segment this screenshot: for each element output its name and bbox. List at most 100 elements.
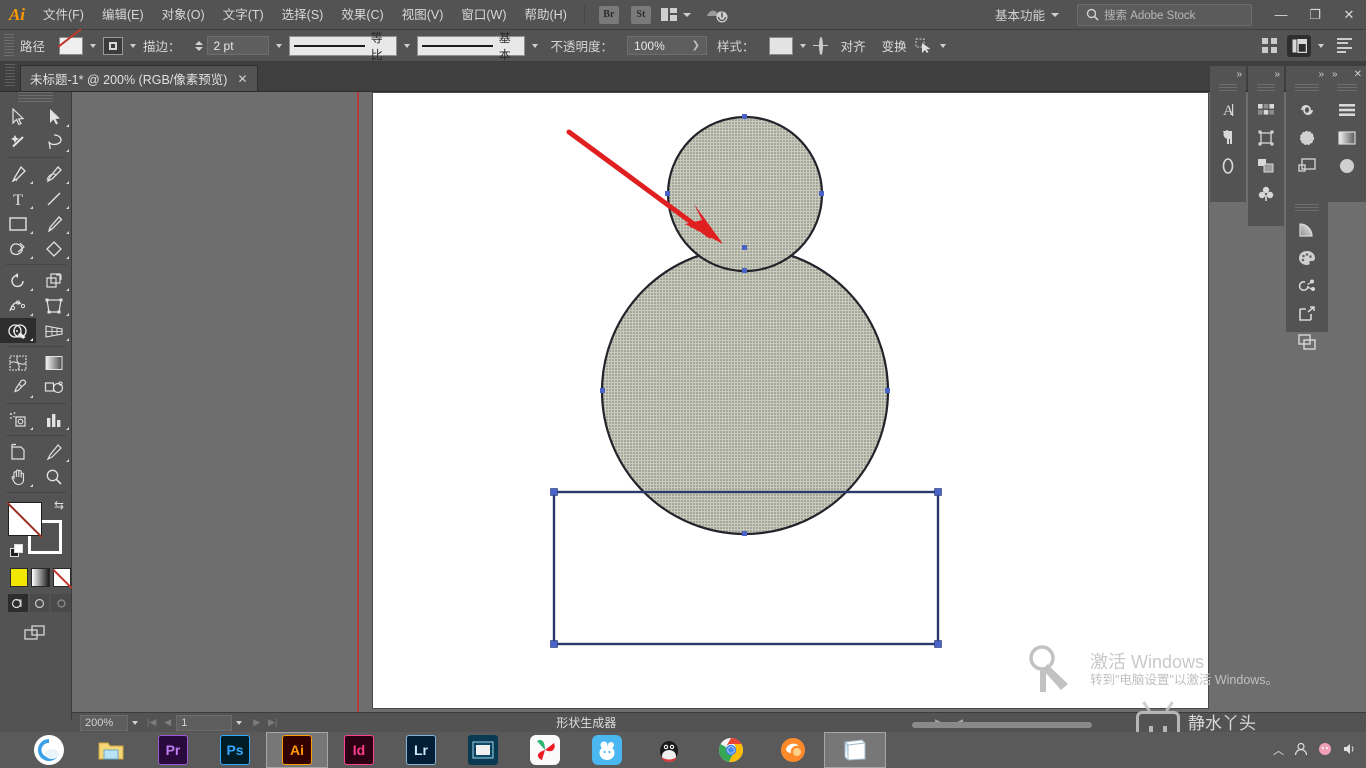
canvas-area[interactable]: 激活 Windows 转到"电脑设置"以激活 Windows。 bbox=[72, 92, 1366, 712]
tab-bar-grip[interactable] bbox=[5, 64, 15, 88]
pen-tool[interactable] bbox=[0, 161, 36, 186]
paintbrush-tool[interactable] bbox=[36, 211, 72, 236]
style-swatch-icon[interactable] bbox=[768, 36, 793, 55]
taskbar-lightroom[interactable]: Lr bbox=[390, 732, 452, 768]
chevron-down-icon[interactable] bbox=[1318, 43, 1324, 48]
menu-view[interactable]: 视图(V) bbox=[393, 0, 453, 30]
selection-tool[interactable] bbox=[0, 104, 36, 129]
control-panel-menu-button[interactable] bbox=[1337, 38, 1352, 53]
taskbar-indesign[interactable]: Id bbox=[328, 732, 390, 768]
menu-type[interactable]: 文字(T) bbox=[214, 0, 273, 30]
horizontal-scrollbar[interactable] bbox=[632, 720, 1332, 729]
hand-tool[interactable] bbox=[0, 464, 36, 489]
fill-swatch-none-icon[interactable] bbox=[59, 36, 84, 55]
menu-object[interactable]: 对象(O) bbox=[153, 0, 214, 30]
character-panel-icon[interactable]: A bbox=[1210, 96, 1246, 124]
menu-select[interactable]: 选择(S) bbox=[273, 0, 333, 30]
swatches-panel-icon[interactable] bbox=[1248, 96, 1284, 124]
fill-proxy-swatch-none-icon[interactable] bbox=[8, 502, 42, 536]
mesh-tool[interactable] bbox=[0, 350, 36, 375]
taskbar-notepad[interactable] bbox=[824, 732, 886, 768]
sync-settings-button[interactable] bbox=[705, 6, 729, 24]
taskbar-photoshop[interactable]: Ps bbox=[204, 732, 266, 768]
chevron-down-icon[interactable] bbox=[799, 43, 806, 48]
stroke-weight-stepper[interactable] bbox=[194, 40, 203, 51]
fill-color-control[interactable] bbox=[59, 36, 103, 55]
chevron-double-right-icon[interactable]: » bbox=[1332, 69, 1338, 80]
zoom-control[interactable]: 200% bbox=[80, 714, 144, 731]
stock-icon[interactable]: St bbox=[630, 5, 651, 24]
restore-button[interactable]: ❐ bbox=[1298, 0, 1332, 29]
align-panel-icon[interactable] bbox=[1248, 152, 1284, 180]
chevron-down-icon[interactable] bbox=[403, 43, 410, 48]
align-button[interactable]: 对齐 bbox=[833, 36, 874, 55]
opacity-control[interactable]: 100% ❯ bbox=[627, 36, 708, 55]
opacity-value-field[interactable]: 100% ❯ bbox=[627, 36, 708, 55]
blend-tool[interactable] bbox=[36, 375, 72, 400]
panel-toggle-icon[interactable] bbox=[1287, 34, 1311, 57]
minimize-button[interactable]: — bbox=[1264, 0, 1298, 29]
stroke-weight-value[interactable]: 2 pt bbox=[206, 36, 269, 55]
dock-1-grip[interactable] bbox=[1219, 84, 1237, 93]
dock-3b-grip[interactable] bbox=[1295, 204, 1319, 213]
tray-expand-icon[interactable]: ︿ bbox=[1273, 742, 1284, 758]
arrange-grid-button[interactable] bbox=[1262, 38, 1277, 53]
shape-builder-tool[interactable] bbox=[0, 318, 36, 343]
taskbar-premiere-pro[interactable]: Pr bbox=[142, 732, 204, 768]
chevron-down-icon[interactable] bbox=[130, 43, 137, 48]
taskbar-wechat-alt[interactable] bbox=[576, 732, 638, 768]
paragraph-panel-icon[interactable] bbox=[1210, 124, 1246, 152]
asset-export-panel-icon[interactable] bbox=[1286, 300, 1328, 328]
panel-layout-control[interactable] bbox=[1287, 34, 1331, 57]
type-tool[interactable]: T bbox=[0, 186, 36, 211]
document-tab[interactable]: 未标题-1* @ 200% (RGB/像素预览) ✕ bbox=[20, 65, 258, 91]
select-similar-control[interactable] bbox=[915, 38, 953, 54]
zoom-tool[interactable] bbox=[36, 464, 72, 489]
tray-volume-icon[interactable] bbox=[1342, 742, 1356, 759]
symbols-panel-icon[interactable] bbox=[1248, 180, 1284, 208]
gradient-swatch-icon[interactable] bbox=[1328, 124, 1366, 152]
screen-mode-normal-icon[interactable] bbox=[8, 594, 28, 612]
control-bar-grip[interactable] bbox=[4, 33, 14, 58]
chevron-down-icon[interactable] bbox=[531, 43, 538, 48]
default-fill-stroke-icon[interactable] bbox=[10, 544, 24, 558]
color-mode-none-icon[interactable] bbox=[52, 568, 71, 587]
width-tool[interactable] bbox=[0, 293, 36, 318]
taskbar-qq[interactable] bbox=[638, 732, 700, 768]
transform-button[interactable]: 变换 bbox=[874, 36, 915, 55]
curvature-tool[interactable] bbox=[36, 161, 72, 186]
stroke-color-control[interactable] bbox=[103, 36, 143, 55]
dock-4-grip[interactable] bbox=[1337, 84, 1357, 93]
stroke-profile-control[interactable]: 等比 bbox=[288, 31, 417, 62]
rotate-tool[interactable] bbox=[0, 268, 36, 293]
appearance-panel-icon[interactable] bbox=[1328, 152, 1366, 180]
tools-panel-grip[interactable] bbox=[18, 92, 53, 104]
chevron-down-icon[interactable] bbox=[939, 43, 946, 48]
taskbar-video-editor[interactable] bbox=[452, 732, 514, 768]
workspace-switcher[interactable]: 基本功能 bbox=[987, 4, 1067, 26]
libraries-panel-icon[interactable] bbox=[1286, 96, 1328, 124]
stock-search-input[interactable]: 搜索 Adobe Stock bbox=[1077, 3, 1252, 26]
swap-fill-stroke-icon[interactable]: ⇆ bbox=[54, 498, 64, 512]
scale-tool[interactable] bbox=[36, 268, 72, 293]
taskbar-browser-360[interactable] bbox=[18, 732, 80, 768]
dock-2-grip[interactable] bbox=[1257, 84, 1275, 93]
menu-edit[interactable]: 编辑(E) bbox=[93, 0, 153, 30]
symbol-sprayer-tool[interactable] bbox=[0, 407, 36, 432]
screen-mode-full-icon[interactable] bbox=[51, 594, 72, 612]
transform-panel-icon[interactable] bbox=[1248, 124, 1284, 152]
dock-2-expand-button[interactable]: » bbox=[1248, 66, 1284, 82]
column-graph-tool[interactable] bbox=[36, 407, 72, 432]
dock-1-expand-button[interactable]: » bbox=[1210, 66, 1246, 82]
tray-user-icon[interactable] bbox=[1294, 742, 1308, 759]
shaper-tool[interactable] bbox=[0, 236, 36, 261]
eyedropper-tool[interactable] bbox=[0, 375, 36, 400]
dock-3-expand-button[interactable]: » bbox=[1286, 66, 1328, 82]
menu-window[interactable]: 窗口(W) bbox=[452, 0, 515, 30]
first-artboard-button[interactable]: |◀ bbox=[144, 717, 159, 728]
menu-file[interactable]: 文件(F) bbox=[34, 0, 93, 30]
prev-artboard-button[interactable]: ◀ bbox=[161, 717, 174, 728]
brush-definition-combo[interactable]: 基本 bbox=[416, 31, 525, 62]
gradient-panel-icon[interactable] bbox=[1286, 216, 1328, 244]
stroke-profile-combo[interactable]: 等比 bbox=[288, 31, 397, 62]
